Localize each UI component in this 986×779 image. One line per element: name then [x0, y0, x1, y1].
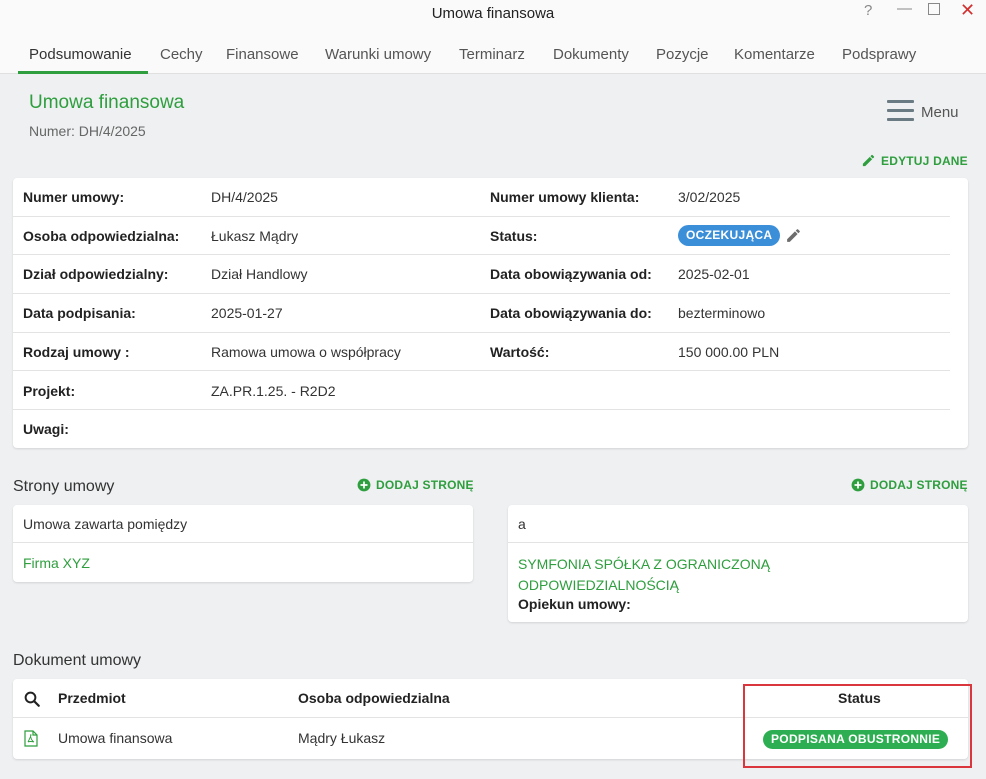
column-header-subject[interactable]: Przedmiot [58, 690, 126, 706]
status-badge: OCZEKUJĄCA [678, 224, 781, 246]
add-party-button-right[interactable]: DODAJ STRONĘ [851, 478, 968, 492]
help-icon[interactable]: ? [864, 2, 872, 19]
detail-value: 2025-02-01 [678, 266, 750, 283]
detail-value: Ramowa umowa o współpracy [211, 343, 401, 360]
window-title: Umowa finansowa [431, 5, 555, 22]
party-card-header: a [508, 505, 968, 543]
edit-data-label: EDYTUJ DANE [881, 154, 968, 168]
plus-circle-icon [851, 478, 865, 492]
contract-number-subtitle: Numer: DH/4/2025 [29, 123, 146, 139]
edit-data-button[interactable]: EDYTUJ DANE [861, 153, 968, 168]
detail-row: Data podpisania: 2025-01-27 Data obowiąz… [13, 294, 950, 333]
detail-row: Rodzaj umowy : Ramowa umowa o współpracy… [13, 333, 950, 372]
detail-label: Uwagi: [23, 421, 69, 438]
detail-label: Wartość: [490, 343, 550, 360]
detail-label: Projekt: [23, 382, 76, 399]
tab-warunki-umowy[interactable]: Warunki umowy [325, 46, 431, 63]
menu-label: Menu [921, 104, 959, 121]
tab-podsprawy[interactable]: Podsprawy [842, 46, 916, 63]
minimize-icon[interactable]: — [897, 0, 912, 17]
detail-value: 2025-01-27 [211, 305, 283, 322]
pencil-icon [862, 154, 875, 167]
detail-row: Projekt: ZA.PR.1.25. - R2D2 [13, 372, 950, 411]
detail-value: ZA.PR.1.25. - R2D2 [211, 382, 336, 399]
detail-value: 3/02/2025 [678, 189, 741, 205]
parties-section-title: Strony umowy [13, 478, 115, 495]
tab-pozycje[interactable]: Pozycje [656, 46, 709, 63]
tab-finansowe[interactable]: Finansowe [226, 46, 299, 63]
detail-row: Numer umowy: DH/4/2025 Numer umowy klien… [13, 178, 950, 217]
detail-row: Osoba odpowiedzialna: Łukasz Mądry Statu… [13, 217, 950, 256]
detail-row: Uwagi: [13, 410, 950, 449]
detail-label: Data obowiązywania do: [490, 305, 652, 322]
party-card-left: Umowa zawarta pomiędzy Firma XYZ [13, 505, 473, 582]
maximize-icon[interactable] [928, 3, 940, 15]
detail-label: Numer umowy klienta: [490, 189, 640, 205]
document-section-title: Dokument umowy [13, 652, 142, 669]
active-tab-indicator [18, 71, 148, 74]
search-icon[interactable] [23, 690, 41, 708]
party-card-heading: a [518, 516, 526, 532]
tab-dokumenty[interactable]: Dokumenty [553, 46, 629, 63]
detail-label: Osoba odpowiedzialna: [23, 227, 180, 244]
close-icon[interactable]: ✕ [960, 0, 975, 21]
detail-value: Łukasz Mądry [211, 227, 299, 244]
window-titlebar: Umowa finansowa ? — ✕ [0, 0, 986, 28]
party-card-header: Umowa zawarta pomiędzy [13, 505, 473, 543]
status-highlight-box [743, 684, 972, 768]
detail-label: Rodzaj umowy : [23, 343, 130, 360]
tab-podsumowanie[interactable]: Podsumowanie [29, 46, 132, 63]
detail-label: Dział odpowiedzialny: [23, 266, 169, 283]
detail-row: Dział odpowiedzialny: Dział Handlowy Dat… [13, 255, 950, 295]
detail-label: Data podpisania: [23, 305, 136, 322]
hamburger-icon [887, 100, 914, 122]
detail-label: Status: [490, 227, 538, 244]
add-party-button-left[interactable]: DODAJ STRONĘ [357, 478, 474, 492]
party-card-heading: Umowa zawarta pomiędzy [23, 516, 188, 532]
column-header-person[interactable]: Osoba odpowiedzialna [298, 690, 450, 706]
detail-value: Dział Handlowy [211, 266, 308, 283]
party-name-link[interactable]: Firma XYZ [23, 555, 90, 571]
detail-value: 150 000.00 PLN [678, 343, 780, 360]
edit-status-icon[interactable] [785, 227, 802, 244]
detail-value: DH/4/2025 [211, 189, 278, 205]
detail-label: Numer umowy: [23, 189, 125, 205]
detail-label: Data obowiązywania od: [490, 266, 652, 283]
detail-value: bezterminowo [678, 305, 766, 322]
document-person: Mądry Łukasz [298, 730, 386, 746]
party-card-right: a SYMFONIA SPÓŁKA Z OGRANICZONĄ ODPOWIED… [508, 505, 968, 622]
page-title: Umowa finansowa [29, 92, 185, 113]
pdf-file-icon [24, 730, 38, 747]
party-name-line: SYMFONIA SPÓŁKA Z OGRANICZONĄ [518, 556, 771, 572]
contract-details-card: Numer umowy: DH/4/2025 Numer umowy klien… [13, 178, 968, 448]
tab-bar: Podsumowanie Cechy Finansowe Warunki umo… [0, 28, 986, 74]
tab-cechy[interactable]: Cechy [160, 46, 203, 63]
add-party-label: DODAJ STRONĘ [870, 478, 968, 492]
party-name-line: ODPOWIEDZIALNOŚCIĄ [518, 577, 680, 593]
document-subject: Umowa finansowa [58, 730, 173, 746]
plus-circle-icon [357, 478, 371, 492]
add-party-label: DODAJ STRONĘ [376, 478, 474, 492]
party-name-link[interactable]: SYMFONIA SPÓŁKA Z OGRANICZONĄ ODPOWIEDZI… [518, 554, 770, 596]
contract-guardian-label: Opiekun umowy: [518, 596, 631, 612]
tab-komentarze[interactable]: Komentarze [734, 46, 815, 63]
tab-terminarz[interactable]: Terminarz [459, 46, 525, 63]
